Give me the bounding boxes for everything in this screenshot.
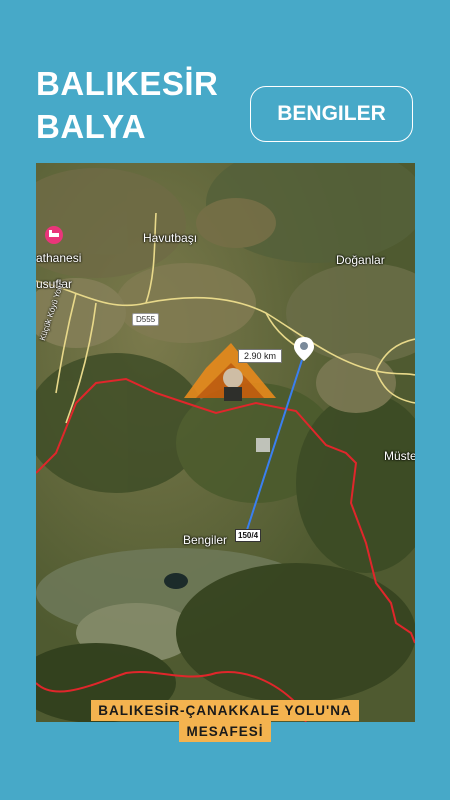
terrain (36, 163, 415, 722)
map-label-muste: Müste (384, 449, 415, 463)
lake (164, 573, 188, 589)
distance-label: 2.90 km (238, 349, 283, 363)
map-label-athanesi: athanesi (36, 251, 82, 265)
title-district: BALYA (36, 108, 147, 145)
caption-line2: MESAFESİ (179, 721, 271, 742)
satellite-map[interactable]: Havutbaşı Doğanlar Bengiler Müste usufla… (36, 163, 415, 722)
place-badge: BENGILER (250, 86, 413, 142)
poi-bed-icon (45, 226, 63, 244)
plot-number-label: 150/4 (235, 529, 262, 542)
map-canvas (36, 163, 415, 722)
map-marker-square (256, 438, 270, 452)
map-label-doganlar: Doğanlar (336, 253, 385, 267)
title-province: BALIKESİR (36, 65, 219, 102)
page-title: BALIKESİR BALYA (36, 62, 218, 148)
caption: BALIKESİR-ÇANAKKALE YOLU'NA MESAFESİ (0, 700, 450, 742)
map-label-bengiler: Bengiler (183, 533, 228, 547)
caption-line1: BALIKESİR-ÇANAKKALE YOLU'NA (91, 700, 359, 721)
road-shield-d555: D555 (132, 313, 160, 326)
map-label-havutbasi: Havutbaşı (143, 231, 198, 245)
